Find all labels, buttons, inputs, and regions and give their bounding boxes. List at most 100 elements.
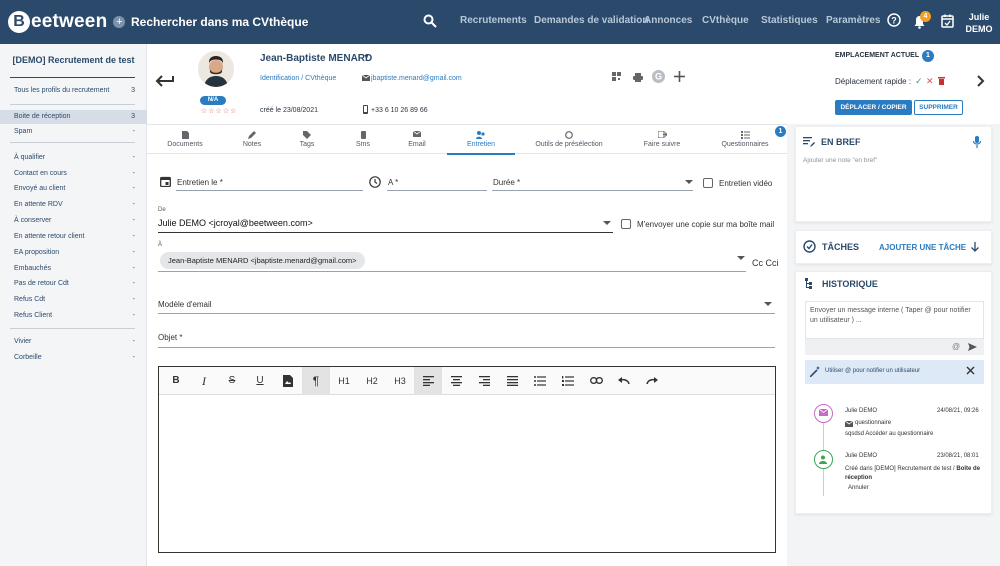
nav-recrutements[interactable]: Recrutements (460, 15, 527, 26)
qr-code-icon[interactable] (612, 72, 621, 81)
link-button[interactable] (582, 367, 610, 395)
undo-button[interactable] (610, 367, 638, 395)
brief-note-input[interactable]: Ajouter une note "en bref" (803, 157, 877, 164)
sidebar-item-vivier[interactable]: Vivier - (0, 335, 147, 349)
sidebar-item-attente-retour-client[interactable]: En attente retour client - (0, 230, 147, 244)
tab-tags[interactable]: Tags (289, 131, 325, 155)
sidebar-item-refus-client[interactable]: Refus Client - (0, 309, 147, 323)
plus-icon[interactable] (674, 71, 685, 82)
tab-questionnaires[interactable]: Questionnaires (717, 131, 773, 155)
identification-link[interactable]: Identification / CVthèque (260, 75, 336, 82)
sidebar-item-a-qualifier[interactable]: À qualifier - (0, 151, 147, 165)
sidebar-item-boite-reception[interactable]: Boite de réception 3 (0, 110, 147, 124)
nav-statistiques[interactable]: Statistiques (761, 15, 818, 26)
strikethrough-button[interactable]: S (218, 367, 246, 395)
undo-link[interactable]: Annuler (848, 485, 869, 491)
paragraph-button[interactable]: ¶ (302, 367, 330, 395)
nav-parametres[interactable]: Paramètres (826, 15, 880, 26)
heading1-button[interactable]: H1 (330, 367, 358, 395)
heading2-button[interactable]: H2 (358, 367, 386, 395)
editor-content-area[interactable] (159, 395, 775, 552)
trash-icon[interactable] (938, 77, 945, 85)
delete-button[interactable]: SUPPRIMER (914, 100, 963, 115)
align-center-button[interactable] (442, 367, 470, 395)
search-label[interactable]: Rechercher dans ma CVthèque (131, 15, 308, 29)
nav-demandes-validation[interactable]: Demandes de validation (534, 15, 648, 26)
candidate-name[interactable]: Jean-Baptiste MENARD (260, 53, 372, 64)
subject-input[interactable] (158, 347, 775, 348)
search-icon[interactable] (423, 14, 437, 28)
sidebar-item-contact-en-cours[interactable]: Contact en cours - (0, 167, 147, 181)
tab-faire-suivre[interactable]: Faire suivre (637, 131, 687, 155)
recipient-chip[interactable]: Jean-Baptiste MENARD <jbaptiste.menard@g… (160, 252, 365, 269)
move-copy-button[interactable]: DÉPLACER / COPIER (835, 100, 912, 115)
cc-cci-toggle[interactable]: Cc Cci (752, 258, 779, 268)
status-badge[interactable]: N/A (200, 96, 226, 105)
print-icon[interactable] (633, 73, 643, 82)
sidebar-item-pas-retour-cdt[interactable]: Pas de retour Cdt - (0, 277, 147, 291)
email-template-select[interactable] (158, 313, 775, 314)
add-task-button[interactable]: AJOUTER UNE TÂCHE (879, 243, 966, 252)
align-right-button[interactable] (470, 367, 498, 395)
sidebar-item-corbeille[interactable]: Corbeille - (0, 351, 147, 365)
nav-annonces[interactable]: Annonces (644, 15, 692, 26)
sidebar-item-spam[interactable]: Spam - (0, 125, 147, 139)
close-icon[interactable]: ✕ (926, 76, 934, 86)
sidebar-item-tous-profils[interactable]: Tous les profils du recrutement 3 (0, 84, 147, 98)
calendar-check-icon[interactable] (941, 14, 954, 28)
event-detail-link[interactable]: sqsdsd Accéder au questionnaire (845, 431, 933, 437)
chevron-down-icon[interactable] (685, 180, 693, 184)
from-select[interactable] (158, 232, 613, 233)
redo-button[interactable] (638, 367, 666, 395)
bullet-list-button[interactable] (526, 367, 554, 395)
logo[interactable]: B eetween + (8, 11, 126, 33)
insert-image-button[interactable] (274, 367, 302, 395)
interview-time-input[interactable] (387, 190, 487, 191)
check-icon[interactable]: ✓ (915, 76, 923, 86)
rating-stars[interactable]: ☆☆☆☆☆ (201, 107, 237, 115)
to-input[interactable] (158, 271, 746, 272)
internal-message-input[interactable]: Envoyer un message interne ( Taper @ pou… (805, 301, 984, 339)
video-interview-checkbox[interactable] (703, 178, 713, 188)
italic-button[interactable]: I (190, 367, 218, 395)
tab-notes[interactable]: Notes (232, 131, 272, 155)
chevron-down-icon[interactable] (737, 256, 745, 260)
chevron-right-icon[interactable] (977, 75, 985, 87)
duration-select[interactable] (492, 190, 693, 191)
google-icon[interactable]: G (652, 70, 665, 83)
tab-outils-preselection[interactable]: Outils de présélection (533, 131, 605, 155)
sidebar-item-embauches[interactable]: Embauchés - (0, 262, 147, 276)
underline-button[interactable]: U (246, 367, 274, 395)
sidebar-item-ea-proposition[interactable]: EA proposition - (0, 246, 147, 260)
send-icon[interactable] (968, 343, 977, 351)
bold-button[interactable]: B (162, 367, 190, 395)
help-icon[interactable]: ? (887, 13, 901, 27)
chevron-down-icon[interactable]: ▼ (363, 54, 370, 61)
sidebar-item-a-conserver[interactable]: À conserver - (0, 214, 147, 228)
microphone-icon[interactable] (973, 136, 981, 148)
close-icon[interactable] (966, 366, 975, 375)
chevron-down-icon[interactable] (764, 302, 772, 306)
sidebar-item-attente-rdv[interactable]: En attente RDV - (0, 198, 147, 212)
nav-cvtheque[interactable]: CVthèque (702, 15, 749, 26)
candidate-email[interactable]: jbaptiste.menard@gmail.com (371, 75, 462, 82)
tab-entretien[interactable]: Entretien (447, 131, 515, 155)
copy-to-me-checkbox[interactable] (621, 219, 631, 229)
heading3-button[interactable]: H3 (386, 367, 414, 395)
align-left-button[interactable] (414, 367, 442, 395)
mention-button[interactable]: @ (952, 342, 960, 351)
chevron-down-icon[interactable] (603, 221, 611, 225)
tab-email[interactable]: Email (399, 131, 435, 155)
numbered-list-button[interactable] (554, 367, 582, 395)
user-menu[interactable]: Julie DEMO (962, 11, 996, 35)
interview-date-input[interactable] (176, 190, 363, 191)
sidebar-item-envoye-client[interactable]: Envoyé au client - (0, 182, 147, 196)
sidebar-item-refus-cdt[interactable]: Refus Cdt - (0, 293, 147, 307)
arrow-down-icon[interactable] (971, 242, 979, 252)
recruitment-title[interactable]: [DEMO] Recrutement de test (0, 55, 147, 65)
tab-documents[interactable]: Documents (161, 131, 209, 155)
back-arrow-icon[interactable] (155, 74, 175, 88)
quick-add-icon[interactable]: + (113, 16, 126, 28)
candidate-phone[interactable]: +33 6 10 26 89 66 (371, 107, 428, 114)
tab-sms[interactable]: Sms (345, 131, 381, 155)
